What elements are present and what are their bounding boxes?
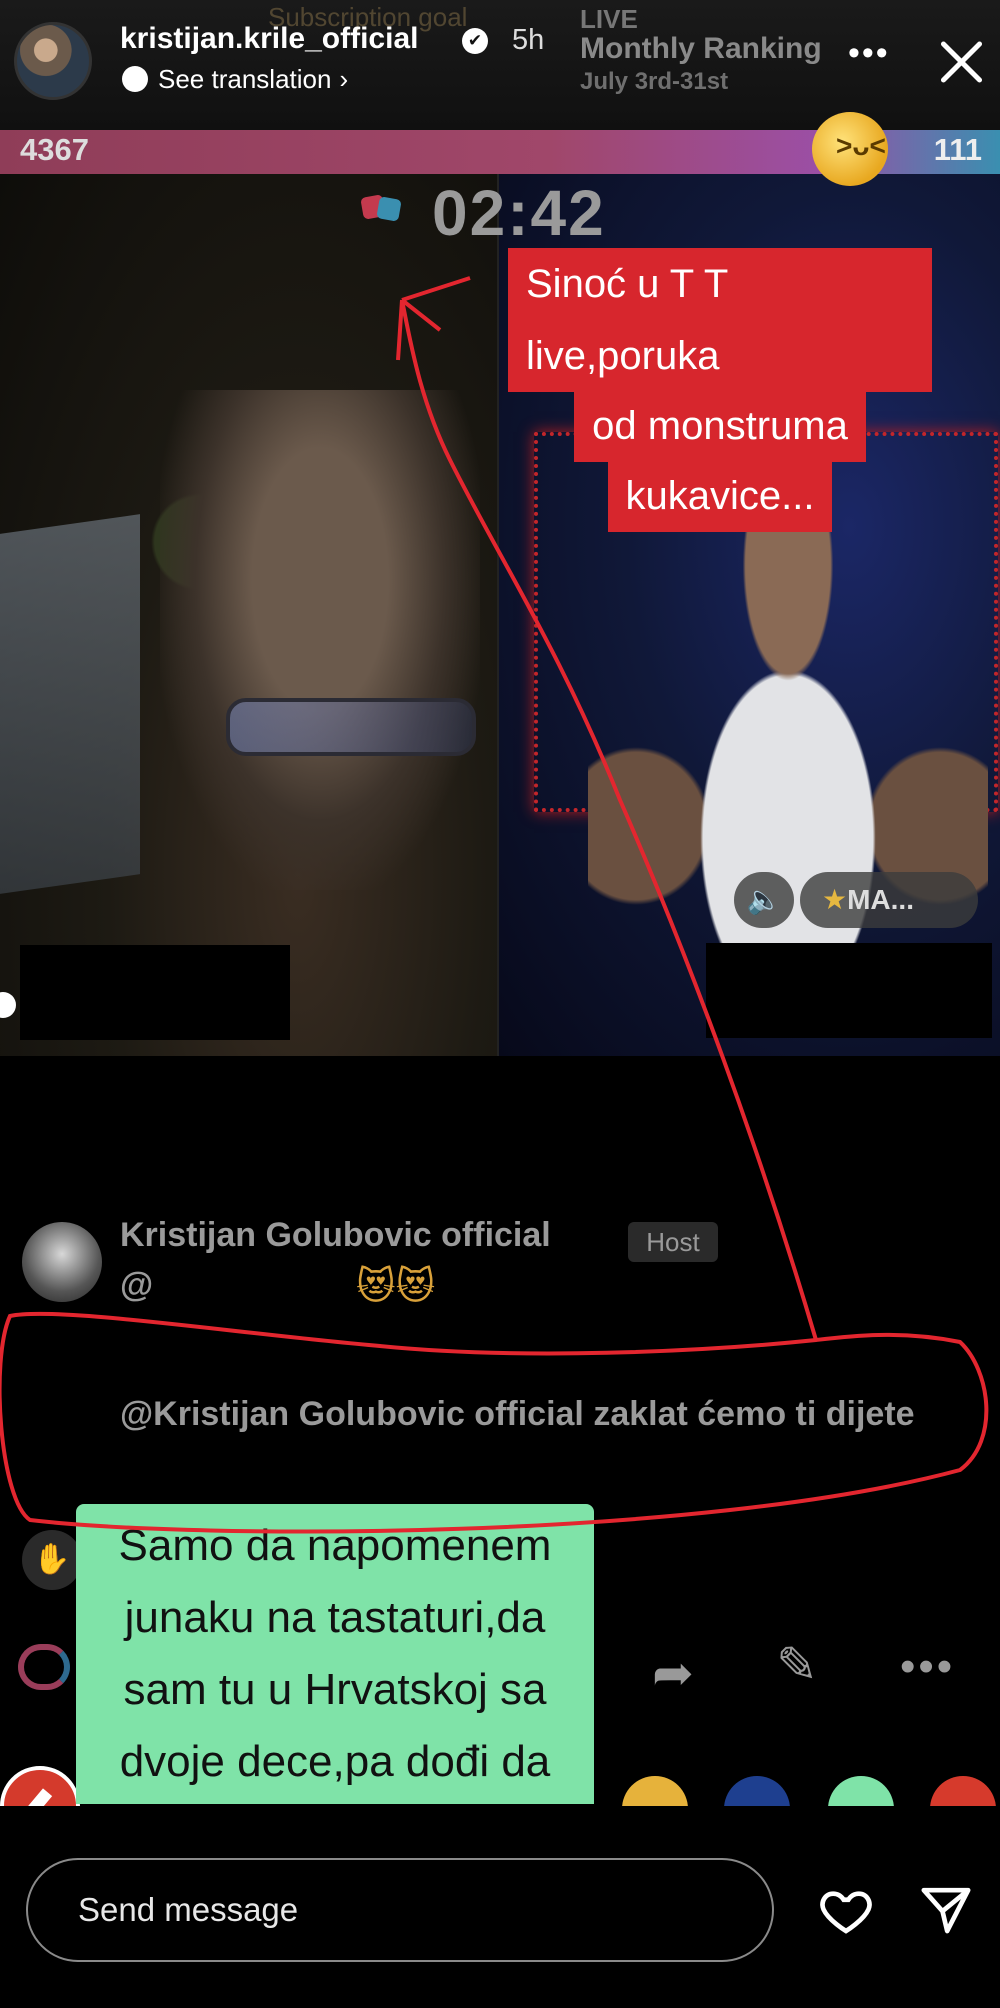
close-icon[interactable] [936, 34, 988, 86]
magic-wand-icon[interactable]: ✎ [776, 1636, 818, 1694]
translate-icon [122, 66, 148, 92]
chat-emoji: 😻😻 [356, 1266, 436, 1308]
caption-green: Samo da napomenem junaku na tastaturi,da… [76, 1504, 594, 1804]
chat-author-name: Kristijan Golubovic official [120, 1216, 551, 1254]
monthly-ranking-title: Monthly Ranking [580, 32, 822, 65]
streamer-left-glasses [226, 698, 476, 756]
see-translation-button[interactable]: See translation › [122, 64, 348, 95]
live-label: LIVE [580, 4, 638, 34]
link-icon[interactable] [18, 1644, 70, 1690]
send-icon[interactable] [918, 1882, 974, 1938]
wave-hand-icon[interactable]: ✋ [22, 1530, 82, 1590]
share-icon[interactable]: ➦ [652, 1644, 694, 1702]
more-options-button[interactable]: ••• [848, 34, 890, 73]
score-right: 111 [933, 132, 982, 167]
speaker-icon[interactable]: 🔈 [734, 872, 794, 928]
chat-message: @Kristijan Golubovic official zaklat ćem… [120, 1395, 915, 1433]
story-time-ago: 5h [512, 24, 545, 56]
caption-red: Sinoć u T T live,poruka od monstruma kuk… [508, 248, 932, 532]
feed-divider [497, 174, 499, 1056]
score-left: 4367 [20, 132, 89, 167]
host-badge: Host [628, 1222, 718, 1262]
profile-avatar[interactable] [14, 22, 92, 100]
caption-green-text: Samo da napomenem junaku na tastaturi,da… [118, 1521, 552, 1786]
heart-icon[interactable] [818, 1882, 874, 1938]
battle-timer: 02:42 [432, 177, 606, 249]
battle-icon [362, 192, 404, 226]
caption-red-line-3: kukavice... [607, 460, 833, 532]
star-icon: ★ [822, 884, 848, 915]
background-window [0, 514, 140, 894]
redaction-block-right [706, 943, 992, 1038]
redaction-block-left [20, 945, 290, 1040]
chevron-right-icon: › [339, 64, 349, 94]
monthly-ranking-dates: July 3rd-31st [580, 68, 729, 95]
top-gifter-label: MA... [847, 884, 914, 915]
chat-mention: @ [120, 1266, 154, 1304]
mascot-face-icon: >ᴗ< [836, 130, 886, 161]
verified-badge-icon: ✔ [462, 28, 488, 54]
story-username[interactable]: kristijan.krile_official [120, 22, 418, 56]
caption-red-line-1: Sinoć u T T live,poruka [508, 248, 932, 392]
send-message-input[interactable] [26, 1858, 774, 1962]
see-translation-label: See translation [158, 64, 332, 94]
streamer-left [160, 390, 480, 890]
chat-avatar[interactable] [22, 1222, 102, 1302]
top-gifter-tag[interactable]: ★MA... [800, 872, 978, 928]
caption-red-line-2: od monstruma [574, 390, 866, 462]
story-header: Subscription goal kristijan.krile_offici… [0, 0, 1000, 130]
more-icon[interactable]: ••• [900, 1642, 955, 1692]
